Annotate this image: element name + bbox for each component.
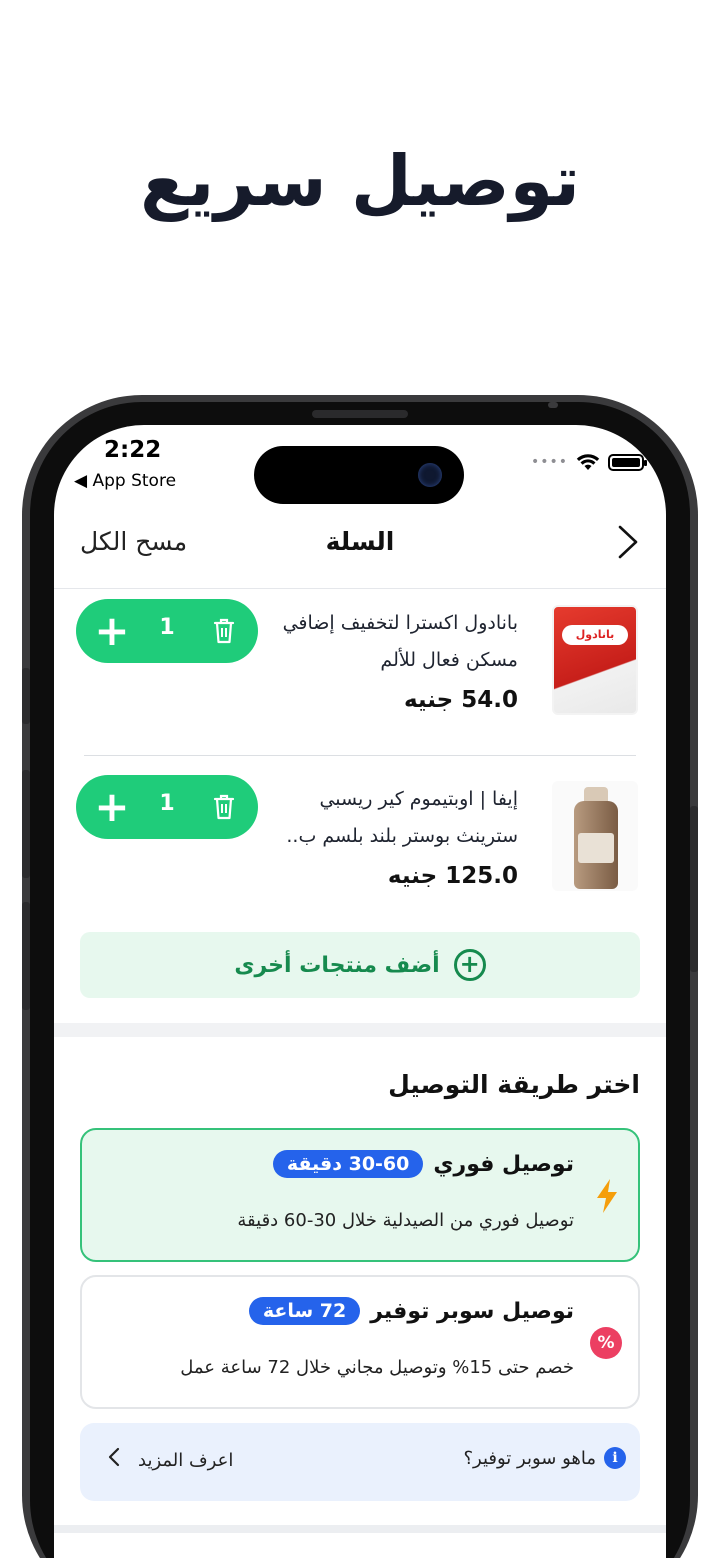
phone-power-button (690, 806, 698, 972)
product-image: بانادول (552, 605, 638, 715)
cart-item: إيفا | اوبتيموم كير ريسبي سترينث بوستر ب… (54, 771, 666, 931)
plus-circle-icon: + (453, 949, 486, 981)
info-question-text: ماهو سوبر توفير؟ (463, 1447, 596, 1469)
delivery-option-instant[interactable]: توصيل فوري 30-60 دقيقة توصيل فوري من الص… (80, 1128, 640, 1262)
product-brand: بانادول (562, 625, 628, 645)
option-description: توصيل فوري من الصيدلية خلال 30-60 دقيقة (237, 1210, 574, 1231)
duration-badge: 72 ساعة (248, 1297, 361, 1325)
add-more-products-button[interactable]: + أضف منتجات أخرى (80, 932, 640, 998)
chevron-left-icon (108, 1447, 120, 1473)
duration-badge: 30-60 دقيقة (272, 1150, 424, 1178)
item-divider (84, 755, 636, 756)
phone-volume-down (22, 902, 30, 1010)
signal-icon: •••• (530, 454, 568, 470)
product-name: إيفا | اوبتيموم كير ريسبي سترينث بوستر ب… (286, 788, 518, 847)
camera-icon (418, 463, 442, 487)
back-to-app-store-link[interactable]: ◀ App Store (74, 471, 176, 491)
learn-more-link[interactable]: اعرف المزيد (108, 1447, 233, 1473)
trash-icon[interactable] (212, 617, 236, 645)
wifi-icon (576, 454, 600, 470)
promo-headline: توصيل سريع (140, 140, 580, 222)
cart-item: بانادول بانادول اكسترا لتخفيف إضافي مسكن… (54, 595, 666, 755)
quantity-value: 1 (159, 615, 175, 640)
plus-icon[interactable]: + (92, 786, 132, 828)
page-title: السلة (325, 527, 395, 556)
product-name: بانادول اكسترا لتخفيف إضافي مسكن فعال لل… (282, 612, 518, 671)
battery-icon (608, 453, 647, 471)
delivery-section-title: اختر طريقة التوصيل (388, 1070, 640, 1099)
dynamic-island (254, 446, 464, 504)
percent-badge-icon: % (590, 1327, 622, 1359)
option-header: توصيل فوري 30-60 دقيقة (272, 1150, 574, 1178)
option-name: توصيل سوبر توفير (370, 1298, 574, 1324)
phone-speaker (312, 410, 408, 418)
cart-navbar: مسح الكل السلة (54, 515, 666, 589)
option-name: توصيل فوري (433, 1151, 574, 1177)
super-saver-info-bar: i ماهو سوبر توفير؟ اعرف المزيد (80, 1423, 640, 1501)
product-price: 54.0 جنيه (403, 687, 518, 713)
info-icon: i (604, 1447, 626, 1469)
section-separator (54, 1023, 666, 1037)
learn-more-label: اعرف المزيد (138, 1449, 234, 1471)
phone-volume-up (22, 770, 30, 878)
chevron-right-icon[interactable] (616, 523, 640, 567)
quantity-stepper: + 1 (76, 775, 258, 839)
section-separator (54, 1525, 666, 1533)
option-description: خصم حتى 15% وتوصيل مجاني خلال 72 ساعة عم… (180, 1357, 574, 1378)
product-image (552, 781, 638, 891)
status-indicators: •••• (530, 453, 647, 471)
product-price: 125.0 جنيه (387, 863, 518, 889)
phone-sensor (548, 402, 558, 408)
status-time: 2:22 (104, 437, 162, 463)
quantity-value: 1 (159, 791, 175, 816)
lightning-icon (592, 1178, 622, 1214)
add-more-label: أضف منتجات أخرى (234, 952, 440, 978)
delivery-option-super-saver[interactable]: % توصيل سوبر توفير 72 ساعة خصم حتى 15% و… (80, 1275, 640, 1409)
quantity-stepper: + 1 (76, 599, 258, 663)
phone-mute-switch (22, 668, 30, 724)
trash-icon[interactable] (212, 793, 236, 821)
option-header: توصيل سوبر توفير 72 ساعة (248, 1297, 574, 1325)
info-question: i ماهو سوبر توفير؟ (463, 1447, 626, 1469)
plus-icon[interactable]: + (92, 610, 132, 652)
phone-screen: 2:22 ◀ App Store •••• مسح الكل السلة بان… (54, 425, 666, 1558)
